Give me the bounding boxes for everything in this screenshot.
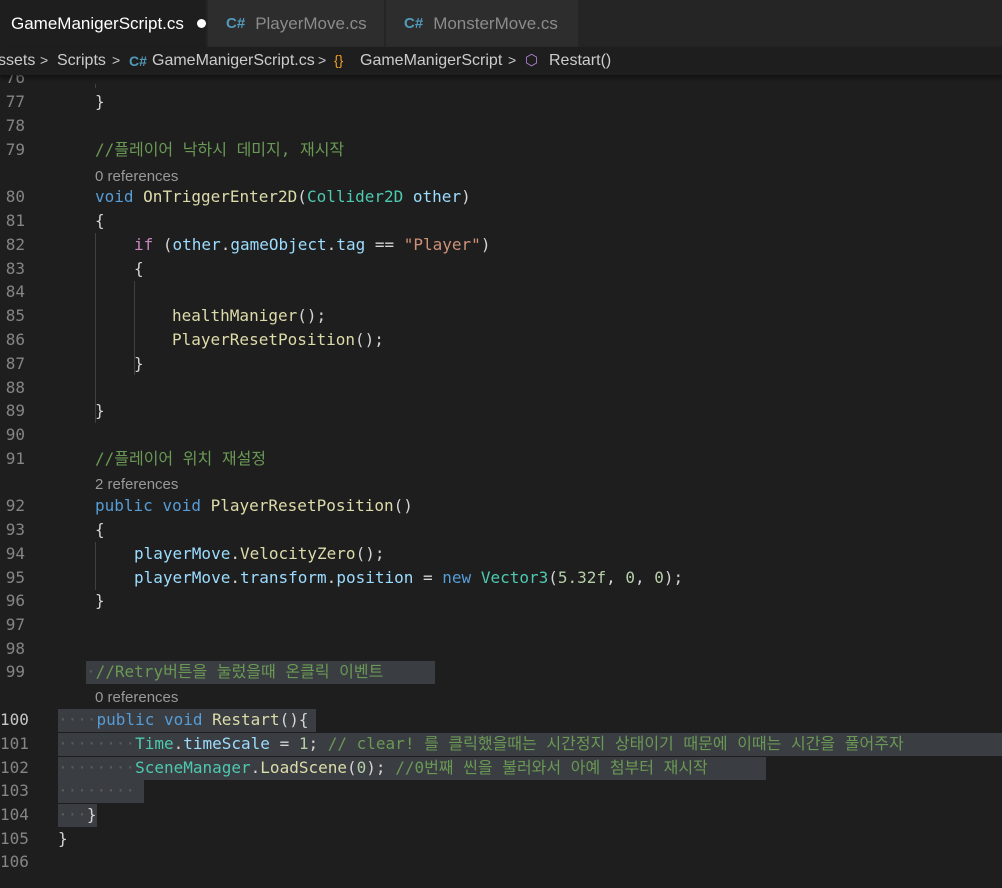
chevron-right-icon: > <box>40 52 49 68</box>
line-number: 81 <box>5 211 25 230</box>
line-number: 86 <box>5 330 25 349</box>
line-number: 77 <box>5 92 25 111</box>
code-editor[interactable]: 76 77 78 79 80 81 82 83 84 85 86 87 88 89 90 91 92 93 94 95… <box>0 75 1002 888</box>
breadcrumb-method[interactable]: Restart() <box>549 52 611 70</box>
code-line[interactable]: } <box>95 92 105 112</box>
tab-label: PlayerMove.cs <box>255 13 367 33</box>
code-line[interactable]: } <box>58 829 68 849</box>
class-icon: {} <box>334 52 344 68</box>
code-line[interactable]: ········SceneManager.LoadScene(0); //0번째… <box>58 758 708 778</box>
line-number: 91 <box>5 449 25 468</box>
line-number: 92 <box>5 496 25 515</box>
line-number: 82 <box>5 235 25 254</box>
code-line[interactable]: public void PlayerResetPosition() <box>95 496 413 516</box>
code-line[interactable]: } <box>95 401 105 421</box>
code-line[interactable]: ···} <box>58 805 97 825</box>
line-number: 90 <box>5 425 25 444</box>
line-number: 78 <box>5 116 25 135</box>
line-number: 85 <box>5 306 25 325</box>
line-number: 79 <box>5 140 25 159</box>
unsaved-dot-icon[interactable] <box>196 19 206 28</box>
code-line[interactable]: //플레이어 낙하시 데미지, 재시작 <box>95 140 344 160</box>
code-line[interactable]: } <box>95 591 105 611</box>
code-line[interactable]: ·//Retry버튼을 눌렀을때 온클릭 이벤트 <box>86 662 383 682</box>
line-number: 93 <box>5 520 25 539</box>
line-number: 103 <box>0 781 29 800</box>
line-number: 84 <box>5 282 25 301</box>
codelens-references[interactable]: 0 references <box>95 689 178 707</box>
tab-label: MonsterMove.cs <box>433 13 558 33</box>
line-number: 87 <box>5 354 25 373</box>
code-line[interactable]: void OnTriggerEnter2D(Collider2D other) <box>95 187 471 207</box>
tab-gamemanigerscript[interactable]: GameManigerScript.cs <box>0 0 207 47</box>
tab-label: GameManigerScript.cs <box>11 13 184 33</box>
indent-guide <box>95 542 96 590</box>
breadcrumb-file[interactable]: GameManigerScript.cs <box>152 52 315 70</box>
line-number: 76 <box>5 75 25 87</box>
line-number: 97 <box>5 615 25 634</box>
indent-guide <box>95 233 96 423</box>
line-number: 83 <box>5 259 25 278</box>
code-line[interactable]: playerMove.transform.position = new Vect… <box>134 568 683 588</box>
code-line[interactable]: healthManiger(); <box>172 306 326 326</box>
method-cube-icon: ⬡ <box>525 52 539 69</box>
tab-playermove[interactable]: C# PlayerMove.cs <box>208 0 385 47</box>
line-number: 101 <box>0 734 29 753</box>
tab-monstermove[interactable]: C# MonsterMove.cs <box>386 0 579 47</box>
code-line[interactable]: PlayerResetPosition(); <box>172 330 384 350</box>
csharp-file-icon: C# <box>129 53 147 69</box>
csharp-file-icon: C# <box>404 15 424 32</box>
code-line[interactable]: { <box>95 211 105 231</box>
line-number: 80 <box>5 187 25 206</box>
codelens-references[interactable]: 2 references <box>95 476 178 494</box>
chevron-right-icon: > <box>508 52 517 68</box>
breadcrumb-class[interactable]: GameManigerScript <box>360 52 502 70</box>
code-line[interactable]: if (other.gameObject.tag == "Player") <box>134 235 490 255</box>
code-line[interactable]: playerMove.VelocityZero(); <box>134 544 384 564</box>
code-line[interactable]: { <box>95 520 105 540</box>
csharp-file-icon: C# <box>226 15 246 32</box>
breadcrumb-scripts[interactable]: Scripts <box>57 52 106 70</box>
line-number: 98 <box>5 639 25 658</box>
code-line[interactable]: //플레이어 위치 재설정 <box>95 449 266 469</box>
line-number: 105 <box>0 829 29 848</box>
line-number: 88 <box>5 378 25 397</box>
breadcrumb-assets[interactable]: ssets <box>0 52 35 70</box>
code-line[interactable]: ········ <box>58 781 135 801</box>
editor-tab-bar: GameManigerScript.cs C# PlayerMove.cs C#… <box>0 0 1002 47</box>
chevron-right-icon: > <box>318 52 327 68</box>
codelens-references[interactable]: 0 references <box>95 168 178 186</box>
line-number: 99 <box>5 662 25 681</box>
line-number: 102 <box>0 758 29 777</box>
code-line[interactable]: { <box>134 259 144 279</box>
indent-guide <box>95 84 96 88</box>
code-line[interactable]: ········Time.timeScale = 1; // clear! 를 … <box>58 734 904 754</box>
breadcrumb: ssets > Scripts > C# GameManigerScript.c… <box>0 47 1002 75</box>
line-number: 104 <box>0 805 29 824</box>
code-line[interactable]: ····public void Restart(){ <box>58 710 308 730</box>
chevron-right-icon: > <box>112 52 121 68</box>
line-number: 96 <box>5 591 25 610</box>
line-number: 89 <box>5 401 25 420</box>
line-number: 100 <box>0 710 29 729</box>
line-number: 95 <box>5 568 25 587</box>
line-number: 94 <box>5 544 25 563</box>
code-line[interactable]: } <box>134 354 144 374</box>
line-number: 106 <box>0 852 29 871</box>
